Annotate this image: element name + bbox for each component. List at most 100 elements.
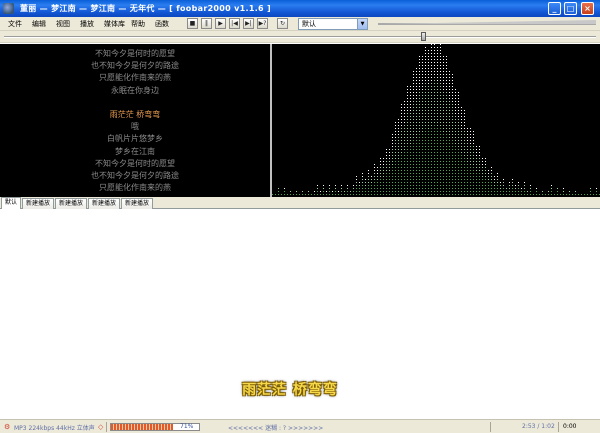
spectrum-dot	[437, 167, 438, 168]
maximize-button[interactable]: □	[564, 2, 577, 15]
menu-library[interactable]: 媒体库	[104, 19, 125, 29]
previous-button[interactable]: |◀	[229, 18, 240, 29]
settings-icon[interactable]: ⚙	[4, 423, 10, 431]
menu-file[interactable]: 文件	[8, 19, 22, 29]
volume-slider[interactable]	[378, 20, 596, 25]
spectrum-dot	[419, 83, 420, 84]
menu-help[interactable]: 帮助	[131, 19, 145, 29]
seek-thumb[interactable]	[421, 32, 427, 41]
spectrum-dot	[389, 149, 390, 150]
tab-new-playlist[interactable]: 新建播放	[55, 198, 88, 209]
spectrum-dot	[452, 86, 453, 87]
spectrum-dot	[473, 191, 474, 192]
spectrum-dot	[383, 188, 384, 189]
spectrum-dot	[452, 113, 453, 114]
spectrum-dot	[356, 191, 357, 192]
spectrum-dot	[416, 125, 417, 126]
menu-edit[interactable]: 编辑	[32, 19, 46, 29]
spectrum-dot	[479, 167, 480, 168]
seek-track[interactable]	[4, 36, 596, 38]
progress-fill	[111, 424, 174, 430]
spectrum-dot	[404, 140, 405, 141]
spectrum-dot	[434, 134, 435, 135]
spectrum-dot	[434, 77, 435, 78]
minimize-button[interactable]: _	[548, 2, 561, 15]
menu-functions[interactable]: 函数	[155, 19, 169, 29]
playback-order-select[interactable]: 默认 ▼	[298, 18, 368, 30]
spectrum-dot	[461, 170, 462, 171]
menu-view[interactable]: 视图	[56, 19, 70, 29]
spectrum-dot	[467, 173, 468, 174]
lyric-status: <<<<<<< 迷糊 : ? >>>>>>>	[228, 425, 324, 432]
spectrum-dot	[440, 86, 441, 87]
spectrum-dot	[383, 179, 384, 180]
spectrum-dot	[395, 131, 396, 132]
spectrum-dot	[431, 95, 432, 96]
spectrum-dot	[458, 158, 459, 159]
diamond-icon[interactable]: ◇	[98, 423, 103, 431]
spectrum-dot	[431, 149, 432, 150]
tab-default[interactable]: 默认	[1, 197, 22, 209]
foobar-app-icon[interactable]	[3, 3, 14, 14]
random-button[interactable]: ▶?	[257, 18, 268, 29]
spectrum-dot	[440, 71, 441, 72]
next-button[interactable]: ▶|	[243, 18, 254, 29]
spectrum-dot	[434, 56, 435, 57]
spectrum-dot	[476, 170, 477, 171]
spectrum-dot	[443, 113, 444, 114]
chevron-down-icon[interactable]: ▼	[357, 19, 367, 29]
spectrum-dot	[464, 140, 465, 141]
spectrum-dot	[440, 107, 441, 108]
spectrum-dot	[461, 125, 462, 126]
spectrum-dot	[428, 155, 429, 156]
spectrum-dot	[476, 173, 477, 174]
spectrum-dot	[482, 161, 483, 162]
spectrum-dot	[449, 122, 450, 123]
spectrum-dot	[425, 113, 426, 114]
spectrum-dot	[392, 173, 393, 174]
spectrum-dot	[395, 137, 396, 138]
spectrum-dot	[413, 122, 414, 123]
spectrum-dot	[383, 182, 384, 183]
spectrum-dot	[338, 191, 339, 192]
spectrum-dot	[470, 161, 471, 162]
spectrum-dot	[419, 161, 420, 162]
spectrum-dot	[389, 188, 390, 189]
spectrum-dot	[473, 179, 474, 180]
spectrum-dot	[440, 188, 441, 189]
spectrum-dot	[413, 149, 414, 150]
pause-button[interactable]: ‖	[201, 18, 212, 29]
spectrum-dot	[371, 179, 372, 180]
lyrics-panel[interactable]: 不知今夕是何时的愿望 也不知今夕是何夕的路途 只愿能化作南来的燕 永眠在你身边 雨茫茫 …	[0, 44, 270, 197]
spectrum-dot	[413, 101, 414, 102]
spectrum-dot	[446, 116, 447, 117]
spectrum-dot	[401, 143, 402, 144]
spectrum-dot	[428, 125, 429, 126]
spectrum-dot	[431, 89, 432, 90]
order-button[interactable]: ↻	[277, 18, 288, 29]
spectrum-dot	[464, 191, 465, 192]
playlist-view[interactable]: 雨茫茫 桥弯弯	[0, 209, 600, 419]
spectrum-dot	[458, 152, 459, 153]
menu-playback[interactable]: 播放	[80, 19, 94, 29]
title-bar[interactable]: 董丽 — 梦江南 — 梦江南 — 无年代 — [ foobar2000 v1.1…	[0, 0, 600, 17]
spectrum-dot	[419, 101, 420, 102]
spectrum-dot	[467, 185, 468, 186]
stop-button[interactable]: ■	[187, 18, 198, 29]
spectrum-dot	[407, 98, 408, 99]
tab-new-playlist[interactable]: 新建播放	[121, 198, 154, 209]
tab-new-playlist[interactable]: 新建播放	[22, 198, 55, 209]
spectrum-dot	[482, 164, 483, 165]
close-button[interactable]: ×	[581, 2, 594, 15]
spectrum-dot	[374, 185, 375, 186]
spectrum-dot	[446, 155, 447, 156]
tab-new-playlist[interactable]: 新建播放	[88, 198, 121, 209]
spectrum-dot	[464, 143, 465, 144]
spectrum-dot	[497, 194, 498, 195]
spectrum-dot	[404, 173, 405, 174]
spectrum-dot	[455, 170, 456, 171]
spectrum-dot	[428, 59, 429, 60]
play-button[interactable]: ▶	[215, 18, 226, 29]
spectrum-dot	[335, 188, 336, 189]
spectrum-dot	[467, 152, 468, 153]
